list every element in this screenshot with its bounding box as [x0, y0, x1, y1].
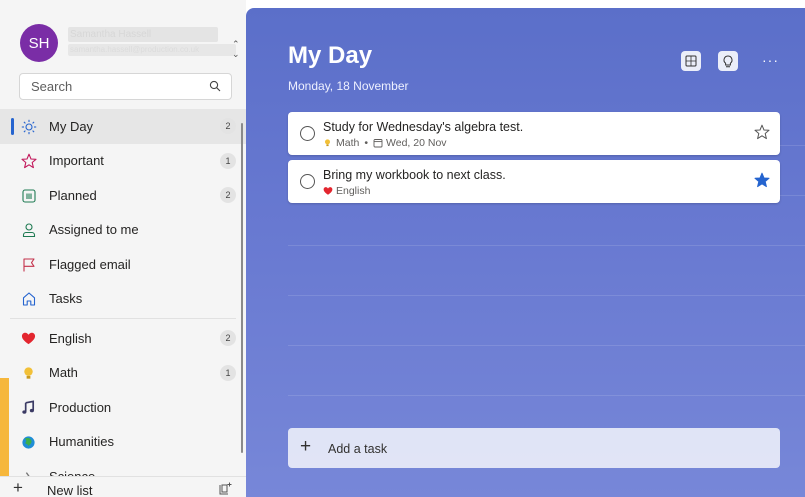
search-icon[interactable] [209, 80, 221, 92]
add-task-label: Add a task [328, 442, 388, 456]
plus-icon[interactable]: + [300, 437, 311, 457]
task-list-name: English [336, 185, 371, 197]
image-icon [685, 55, 697, 67]
task-due-date: Wed, 20 Nov [386, 137, 447, 149]
search-input[interactable] [20, 74, 205, 99]
sidebar-item-label: Important [49, 153, 104, 169]
flag-icon [20, 256, 37, 273]
page-title: My Day [288, 42, 373, 69]
account-email: samantha.hassell@production.co.uk [68, 44, 236, 56]
lightbulb-icon [20, 365, 37, 382]
new-list-button[interactable]: New list [47, 483, 93, 497]
calendar-grid-icon [20, 187, 37, 204]
task-item[interactable]: Bring my workbook to next class. English [288, 160, 780, 203]
sidebar-item-label: Production [49, 399, 112, 415]
lightbulb-icon [323, 138, 332, 148]
sidebar-item-label: Tasks [49, 291, 83, 307]
ruled-line [288, 345, 805, 346]
sidebar-list-english[interactable]: English 2 [0, 321, 246, 356]
star-outline-icon[interactable] [754, 124, 770, 140]
music-note-icon [20, 399, 37, 416]
star-outline-icon [20, 153, 37, 170]
task-meta: Math • Wed, 20 Nov [323, 137, 447, 149]
person-icon [20, 222, 37, 239]
sidebar-item-assigned-to-me[interactable]: Assigned to me [0, 213, 246, 248]
sidebar-item-important[interactable]: Important 1 [0, 144, 246, 179]
sidebar-list-math[interactable]: Math 1 [0, 356, 246, 391]
sidebar-item-label: Humanities [49, 434, 115, 450]
item-count-badge: 1 [220, 152, 236, 169]
plus-icon[interactable]: + [13, 479, 23, 497]
home-icon [20, 291, 37, 308]
sidebar-item-label: Math [49, 365, 78, 381]
sidebar-nav: My Day 2 Important 1 Planned 2 Assigned … [0, 109, 246, 494]
add-task-input[interactable]: + Add a task [288, 428, 780, 468]
item-count-badge: 2 [220, 118, 236, 135]
sidebar-item-my-day[interactable]: My Day 2 [0, 109, 246, 144]
ruled-line [288, 395, 805, 396]
item-count-badge: 2 [220, 187, 236, 204]
sun-icon [20, 118, 37, 135]
background-image-button[interactable] [681, 51, 701, 71]
task-title: Bring my workbook to next class. [323, 168, 506, 182]
sidebar-item-label: Flagged email [49, 256, 131, 272]
sidebar-item-label: Planned [49, 187, 97, 203]
avatar[interactable]: SH [20, 24, 58, 62]
sidebar-item-label: My Day [49, 118, 94, 134]
account-switcher[interactable]: SH Samantha Hassell samantha.hassell@pro… [20, 24, 246, 64]
ruled-line [288, 295, 805, 296]
more-options-icon[interactable]: ··· [762, 52, 779, 68]
lightbulb-outline-icon [723, 54, 733, 67]
calendar-icon [373, 138, 383, 148]
sidebar-item-planned[interactable]: Planned 2 [0, 178, 246, 213]
task-item[interactable]: Study for Wednesday's algebra test. Math… [288, 112, 780, 155]
task-title: Study for Wednesday's algebra test. [323, 120, 524, 134]
new-group-icon[interactable] [218, 482, 232, 496]
complete-task-checkbox[interactable] [300, 174, 315, 189]
item-count-badge: 2 [220, 330, 236, 347]
task-meta: English [323, 185, 370, 197]
globe-icon [20, 434, 37, 451]
main-panel: My Day Monday, 18 November ··· Study for… [246, 8, 805, 497]
meta-separator: • [364, 137, 369, 149]
chevron-up-down-icon[interactable]: ⌃ ⌄ [232, 39, 240, 59]
search-box[interactable] [19, 73, 232, 100]
ruled-line [288, 245, 805, 246]
suggestions-button[interactable] [718, 51, 738, 71]
account-name: Samantha Hassell [68, 27, 218, 42]
heart-icon [20, 330, 37, 347]
sidebar-list-production[interactable]: Production [0, 390, 246, 425]
task-list-name: Math [336, 137, 360, 149]
new-list-bar: + New list [0, 476, 246, 497]
sidebar-list-humanities[interactable]: Humanities [0, 425, 246, 460]
sidebar-scrollbar[interactable] [241, 123, 243, 453]
sidebar: SH Samantha Hassell samantha.hassell@pro… [0, 0, 246, 497]
page-date: Monday, 18 November [288, 79, 409, 93]
star-filled-icon[interactable] [754, 172, 770, 188]
sidebar-divider [10, 318, 236, 319]
complete-task-checkbox[interactable] [300, 126, 315, 141]
sidebar-item-label: English [49, 330, 92, 346]
sidebar-item-flagged-email[interactable]: Flagged email [0, 247, 246, 282]
heart-icon [323, 186, 333, 196]
item-count-badge: 1 [220, 364, 236, 381]
sidebar-item-label: Assigned to me [49, 222, 139, 238]
sidebar-item-tasks[interactable]: Tasks [0, 282, 246, 317]
